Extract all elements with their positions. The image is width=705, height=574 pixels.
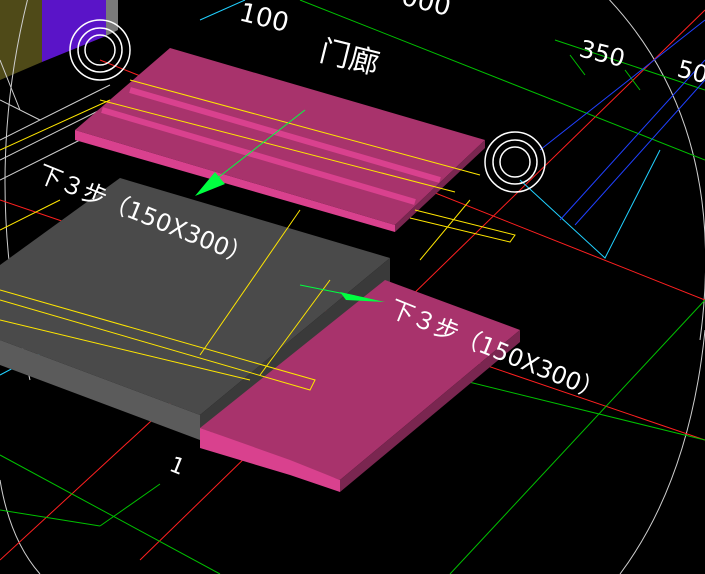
gray-column-edge [106, 0, 118, 36]
cad-3d-viewport[interactable]: 100 000 门廊 350 50 下３步（150X300） 下３步（150X3… [0, 0, 705, 574]
